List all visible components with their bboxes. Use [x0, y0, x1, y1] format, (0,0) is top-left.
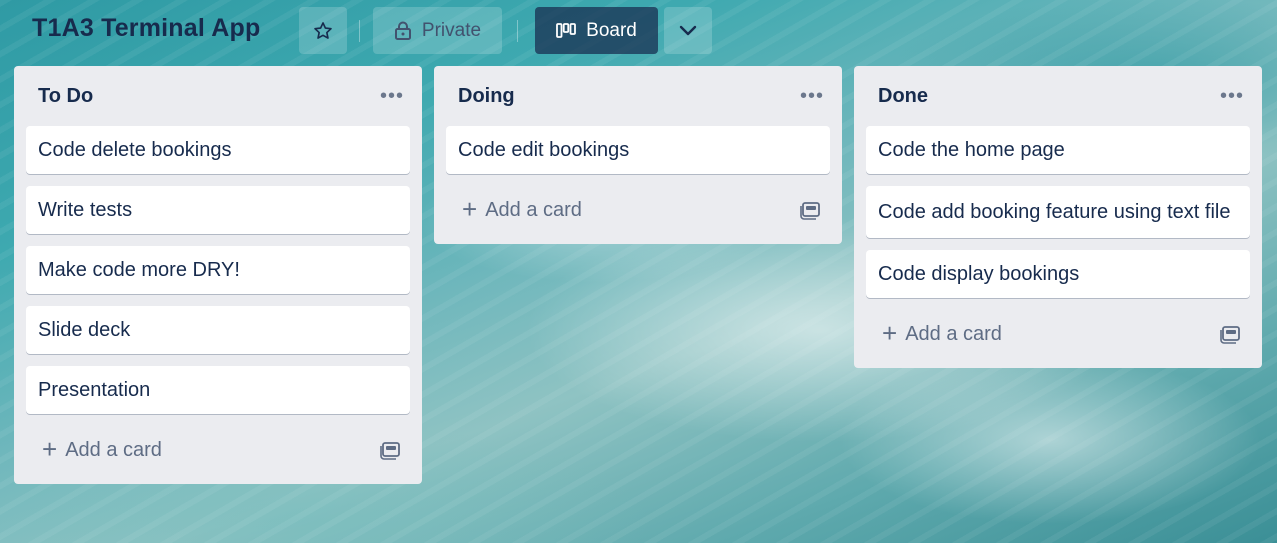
- list-header: To Do •••: [26, 66, 410, 126]
- add-card-row: + Add a card: [26, 426, 410, 474]
- add-card-button[interactable]: + Add a card: [462, 193, 582, 224]
- add-card-row: + Add a card: [446, 186, 830, 234]
- card[interactable]: Code the home page: [866, 126, 1250, 174]
- add-card-button[interactable]: + Add a card: [42, 433, 162, 464]
- list-done: Done ••• Code the home page Code add boo…: [854, 66, 1262, 368]
- list-doing: Doing ••• Code edit bookings + Add a car…: [434, 66, 842, 244]
- visibility-button[interactable]: Private: [373, 7, 502, 54]
- header-divider: [517, 20, 518, 42]
- ellipsis-icon[interactable]: •••: [1220, 86, 1244, 106]
- card[interactable]: Write tests: [26, 186, 410, 234]
- template-icon[interactable]: [380, 440, 402, 460]
- add-card-row: + Add a card: [866, 310, 1250, 358]
- template-icon[interactable]: [1220, 324, 1242, 344]
- add-card-button[interactable]: + Add a card: [882, 317, 1002, 348]
- list-header: Done •••: [866, 66, 1250, 126]
- list-header: Doing •••: [446, 66, 830, 126]
- add-card-label: Add a card: [65, 438, 162, 461]
- plus-icon: +: [882, 317, 898, 348]
- add-card-label: Add a card: [905, 322, 1002, 345]
- list-title[interactable]: Doing: [458, 85, 515, 108]
- template-icon[interactable]: [800, 200, 822, 220]
- list-todo: To Do ••• Code delete bookings Write tes…: [14, 66, 422, 484]
- board-title[interactable]: T1A3 Terminal App: [32, 14, 260, 43]
- board-icon: [556, 22, 577, 39]
- plus-icon: +: [42, 433, 58, 464]
- plus-icon: +: [462, 193, 478, 224]
- list-title[interactable]: Done: [878, 85, 928, 108]
- header-divider: [359, 20, 360, 42]
- card[interactable]: Code display bookings: [866, 250, 1250, 298]
- card[interactable]: Code delete bookings: [26, 126, 410, 174]
- ellipsis-icon[interactable]: •••: [380, 86, 404, 106]
- card[interactable]: Code add booking feature using text file: [866, 186, 1250, 238]
- card[interactable]: Presentation: [26, 366, 410, 414]
- star-icon: [312, 20, 334, 42]
- card[interactable]: Slide deck: [26, 306, 410, 354]
- lock-icon: [394, 21, 412, 41]
- list-title[interactable]: To Do: [38, 85, 93, 108]
- add-card-label: Add a card: [485, 198, 582, 221]
- star-button[interactable]: [299, 7, 347, 54]
- card[interactable]: Code edit bookings: [446, 126, 830, 174]
- view-switcher-button[interactable]: [664, 7, 712, 54]
- board-header: T1A3 Terminal App Private Board: [0, 0, 1277, 62]
- card[interactable]: Make code more DRY!: [26, 246, 410, 294]
- visibility-label: Private: [421, 19, 482, 41]
- board-view-button[interactable]: Board: [535, 7, 658, 54]
- chevron-down-icon: [678, 24, 698, 38]
- ellipsis-icon[interactable]: •••: [800, 86, 824, 106]
- board-view-label: Board: [586, 19, 637, 41]
